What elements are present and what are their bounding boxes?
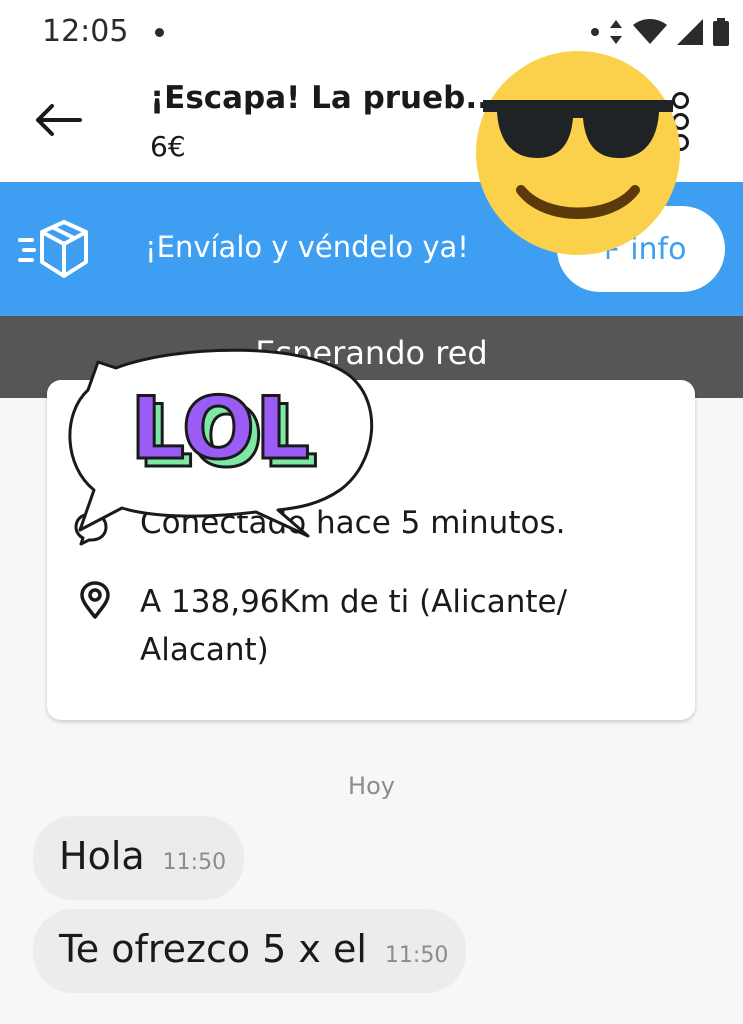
lol-sticker-icon: LOL LOL <box>68 348 374 538</box>
message-bubble[interactable]: Te ofrezco 5 x el 11:50 <box>33 909 467 993</box>
item-price: 6€ <box>150 130 186 163</box>
message-bubble[interactable]: Hola 11:50 <box>33 816 245 900</box>
back-arrow-icon[interactable] <box>30 98 86 142</box>
item-title: ¡Escapa! La prueb... <box>150 80 501 116</box>
day-separator: Hoy <box>348 772 395 800</box>
notification-dot-icon <box>155 28 164 37</box>
data-arrows-icon <box>610 20 622 44</box>
message-text: Te ofrezco 5 x el <box>59 927 367 971</box>
package-icon <box>18 220 88 278</box>
location-pin-icon <box>80 581 110 619</box>
status-icons <box>591 18 729 46</box>
wifi-icon <box>633 19 667 44</box>
battery-icon <box>713 18 729 46</box>
banner-text: ¡Envíalo y véndelo ya! <box>145 230 469 264</box>
signal-icon <box>677 19 703 45</box>
message-time: 11:50 <box>384 943 449 968</box>
status-time: 12:05 <box>42 14 129 49</box>
lol-sticker-text: LOL <box>130 379 310 479</box>
location-text: A 138,96Km de ti (Alicante/ Alacant) <box>140 584 568 668</box>
sunglasses-emoji-icon <box>476 51 680 255</box>
small-dot-icon <box>591 28 599 36</box>
message-time: 11:50 <box>162 850 227 875</box>
message-text: Hola <box>59 834 145 878</box>
